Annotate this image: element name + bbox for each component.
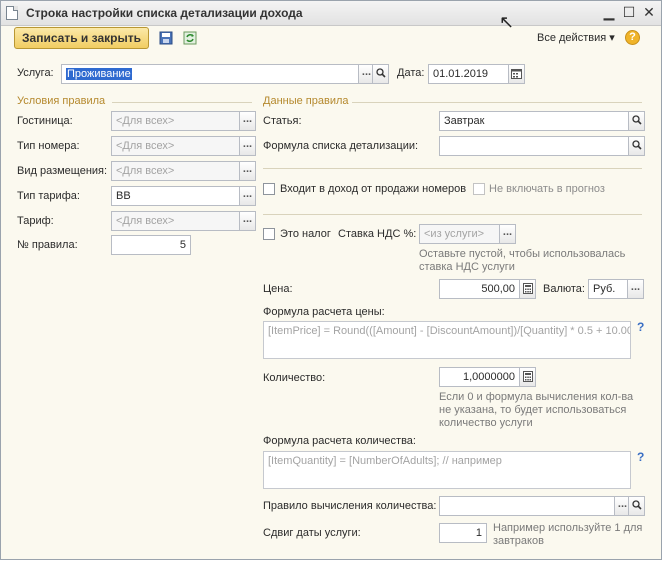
mouse-cursor-icon: ↖ — [499, 12, 515, 32]
hotel-select-button[interactable]: ... — [239, 111, 256, 131]
maximize-icon[interactable]: ☐ — [621, 4, 637, 20]
vat-placeholder: <из услуги> — [424, 228, 485, 240]
title-bar: Строка настройки списка детализации дохо… — [1, 1, 661, 26]
close-icon[interactable]: ✕ — [641, 4, 657, 20]
quantity-rule-search-button[interactable] — [628, 496, 645, 516]
date-label: Дата: — [397, 67, 425, 79]
hotel-placeholder: <Для всех> — [116, 115, 175, 127]
quantity-input[interactable]: 1,0000000 — [439, 367, 520, 387]
accommodation-input[interactable]: <Для всех> — [111, 161, 240, 181]
no-forecast-checkbox[interactable] — [473, 183, 485, 195]
detail-formula-input[interactable] — [439, 136, 629, 156]
rule-data-section-title: Данные правила — [263, 95, 349, 107]
accommodation-label: Вид размещения: — [17, 165, 108, 177]
divider — [112, 102, 252, 103]
price-formula-label: Формула расчета цены: — [263, 306, 385, 318]
room-sales-checkbox[interactable] — [263, 183, 275, 195]
quantity-hint-line-1: Если 0 и формула вычисления кол-ва — [439, 391, 634, 403]
room-type-input[interactable]: <Для всех> — [111, 136, 240, 156]
rate-select-button[interactable]: ... — [239, 211, 256, 231]
rate-type-input[interactable]: BB — [111, 186, 240, 206]
date-shift-input[interactable]: 1 — [439, 523, 487, 543]
rate-type-select-button[interactable]: ... — [239, 186, 256, 206]
hotel-input[interactable]: <Для всех> — [111, 111, 240, 131]
rate-placeholder: <Для всех> — [116, 215, 175, 227]
minimize-icon[interactable]: ▁ — [601, 4, 617, 20]
price-formula-textarea[interactable]: [ItemPrice] = Round(([Amount] - [Discoun… — [263, 321, 631, 359]
calculator-icon — [522, 371, 533, 382]
conditions-section-title: Условия правила — [17, 95, 106, 107]
search-icon — [631, 115, 642, 125]
document-icon — [6, 6, 18, 20]
detail-formula-search-button[interactable] — [628, 136, 645, 156]
article-input[interactable]: Завтрак — [439, 111, 629, 131]
quantity-rule-input[interactable] — [439, 496, 629, 516]
divider — [352, 102, 642, 103]
quantity-hint-line-3: количество услуги — [439, 417, 533, 429]
currency-input[interactable]: Руб. — [588, 279, 628, 299]
quantity-formula-label: Формула расчета количества: — [263, 435, 416, 447]
article-label: Статья: — [263, 115, 302, 127]
vat-input[interactable]: <из услуги> — [419, 224, 500, 244]
rate-input[interactable]: <Для всех> — [111, 211, 240, 231]
currency-label: Валюта: — [543, 283, 585, 295]
date-shift-hint-line-2: завтраков — [493, 535, 544, 547]
divider — [263, 214, 642, 215]
quantity-formula-help-icon[interactable]: ? — [637, 450, 644, 464]
save-and-close-button[interactable]: Записать и закрыть — [14, 27, 149, 49]
service-input[interactable]: Проживание — [61, 64, 359, 84]
rule-number-label: № правила: — [17, 239, 78, 251]
date-input[interactable]: 01.01.2019 — [428, 64, 509, 84]
window-title: Строка настройки списка детализации дохо… — [26, 6, 303, 20]
hotel-label: Гостиница: — [17, 115, 73, 127]
accommodation-placeholder: <Для всех> — [116, 165, 175, 177]
dialog-window: Строка настройки списка детализации дохо… — [0, 0, 662, 560]
search-icon — [631, 500, 642, 510]
all-actions-menu[interactable]: Все действия ▾ — [537, 31, 615, 44]
service-value: Проживание — [66, 68, 132, 80]
save-icon[interactable] — [159, 31, 173, 45]
date-shift-label: Сдвиг даты услуги: — [263, 527, 361, 539]
rule-number-input[interactable]: 5 — [111, 235, 191, 255]
is-tax-label: Это налог — [280, 228, 331, 240]
room-type-label: Тип номера: — [17, 140, 80, 152]
detail-formula-label: Формула списка детализации: — [263, 140, 419, 152]
quantity-rule-label: Правило вычисления количества: — [263, 500, 437, 512]
calendar-icon — [511, 69, 522, 79]
rate-type-label: Тип тарифа: — [17, 190, 80, 202]
refresh-icon[interactable] — [183, 31, 197, 45]
quantity-hint-line-2: не указана, то будет использоваться — [439, 404, 627, 416]
vat-hint-line-1: Оставьте пустой, чтобы использовалась — [419, 248, 626, 260]
search-icon — [375, 68, 386, 78]
price-input[interactable]: 500,00 — [439, 279, 520, 299]
currency-select-button[interactable]: ... — [627, 279, 644, 299]
is-tax-checkbox[interactable] — [263, 228, 275, 240]
quantity-label: Количество: — [263, 372, 326, 384]
help-icon[interactable]: ? — [625, 30, 640, 45]
vat-select-button[interactable]: ... — [499, 224, 516, 244]
calculator-icon — [522, 283, 533, 294]
no-forecast-label: Не включать в прогноз — [489, 183, 605, 195]
vat-hint-line-2: ставка НДС услуги — [419, 261, 515, 273]
quantity-calculator-button[interactable] — [519, 367, 536, 387]
search-icon — [631, 140, 642, 150]
price-label: Цена: — [263, 283, 293, 295]
room-type-select-button[interactable]: ... — [239, 136, 256, 156]
vat-label: Ставка НДС %: — [338, 228, 417, 240]
price-formula-help-icon[interactable]: ? — [637, 320, 644, 334]
price-calculator-button[interactable] — [519, 279, 536, 299]
rate-label: Тариф: — [17, 215, 54, 227]
date-calendar-button[interactable] — [508, 64, 525, 84]
service-label: Услуга: — [17, 67, 54, 79]
room-type-placeholder: <Для всех> — [116, 140, 175, 152]
service-search-button[interactable] — [372, 64, 389, 84]
article-search-button[interactable] — [628, 111, 645, 131]
room-sales-label: Входит в доход от продажи номеров — [280, 183, 467, 195]
accommodation-select-button[interactable]: ... — [239, 161, 256, 181]
quantity-formula-textarea[interactable]: [ItemQuantity] = [NumberOfAdults]; // на… — [263, 451, 631, 489]
date-shift-hint-line-1: Например используйте 1 для — [493, 522, 643, 534]
divider — [263, 168, 642, 169]
